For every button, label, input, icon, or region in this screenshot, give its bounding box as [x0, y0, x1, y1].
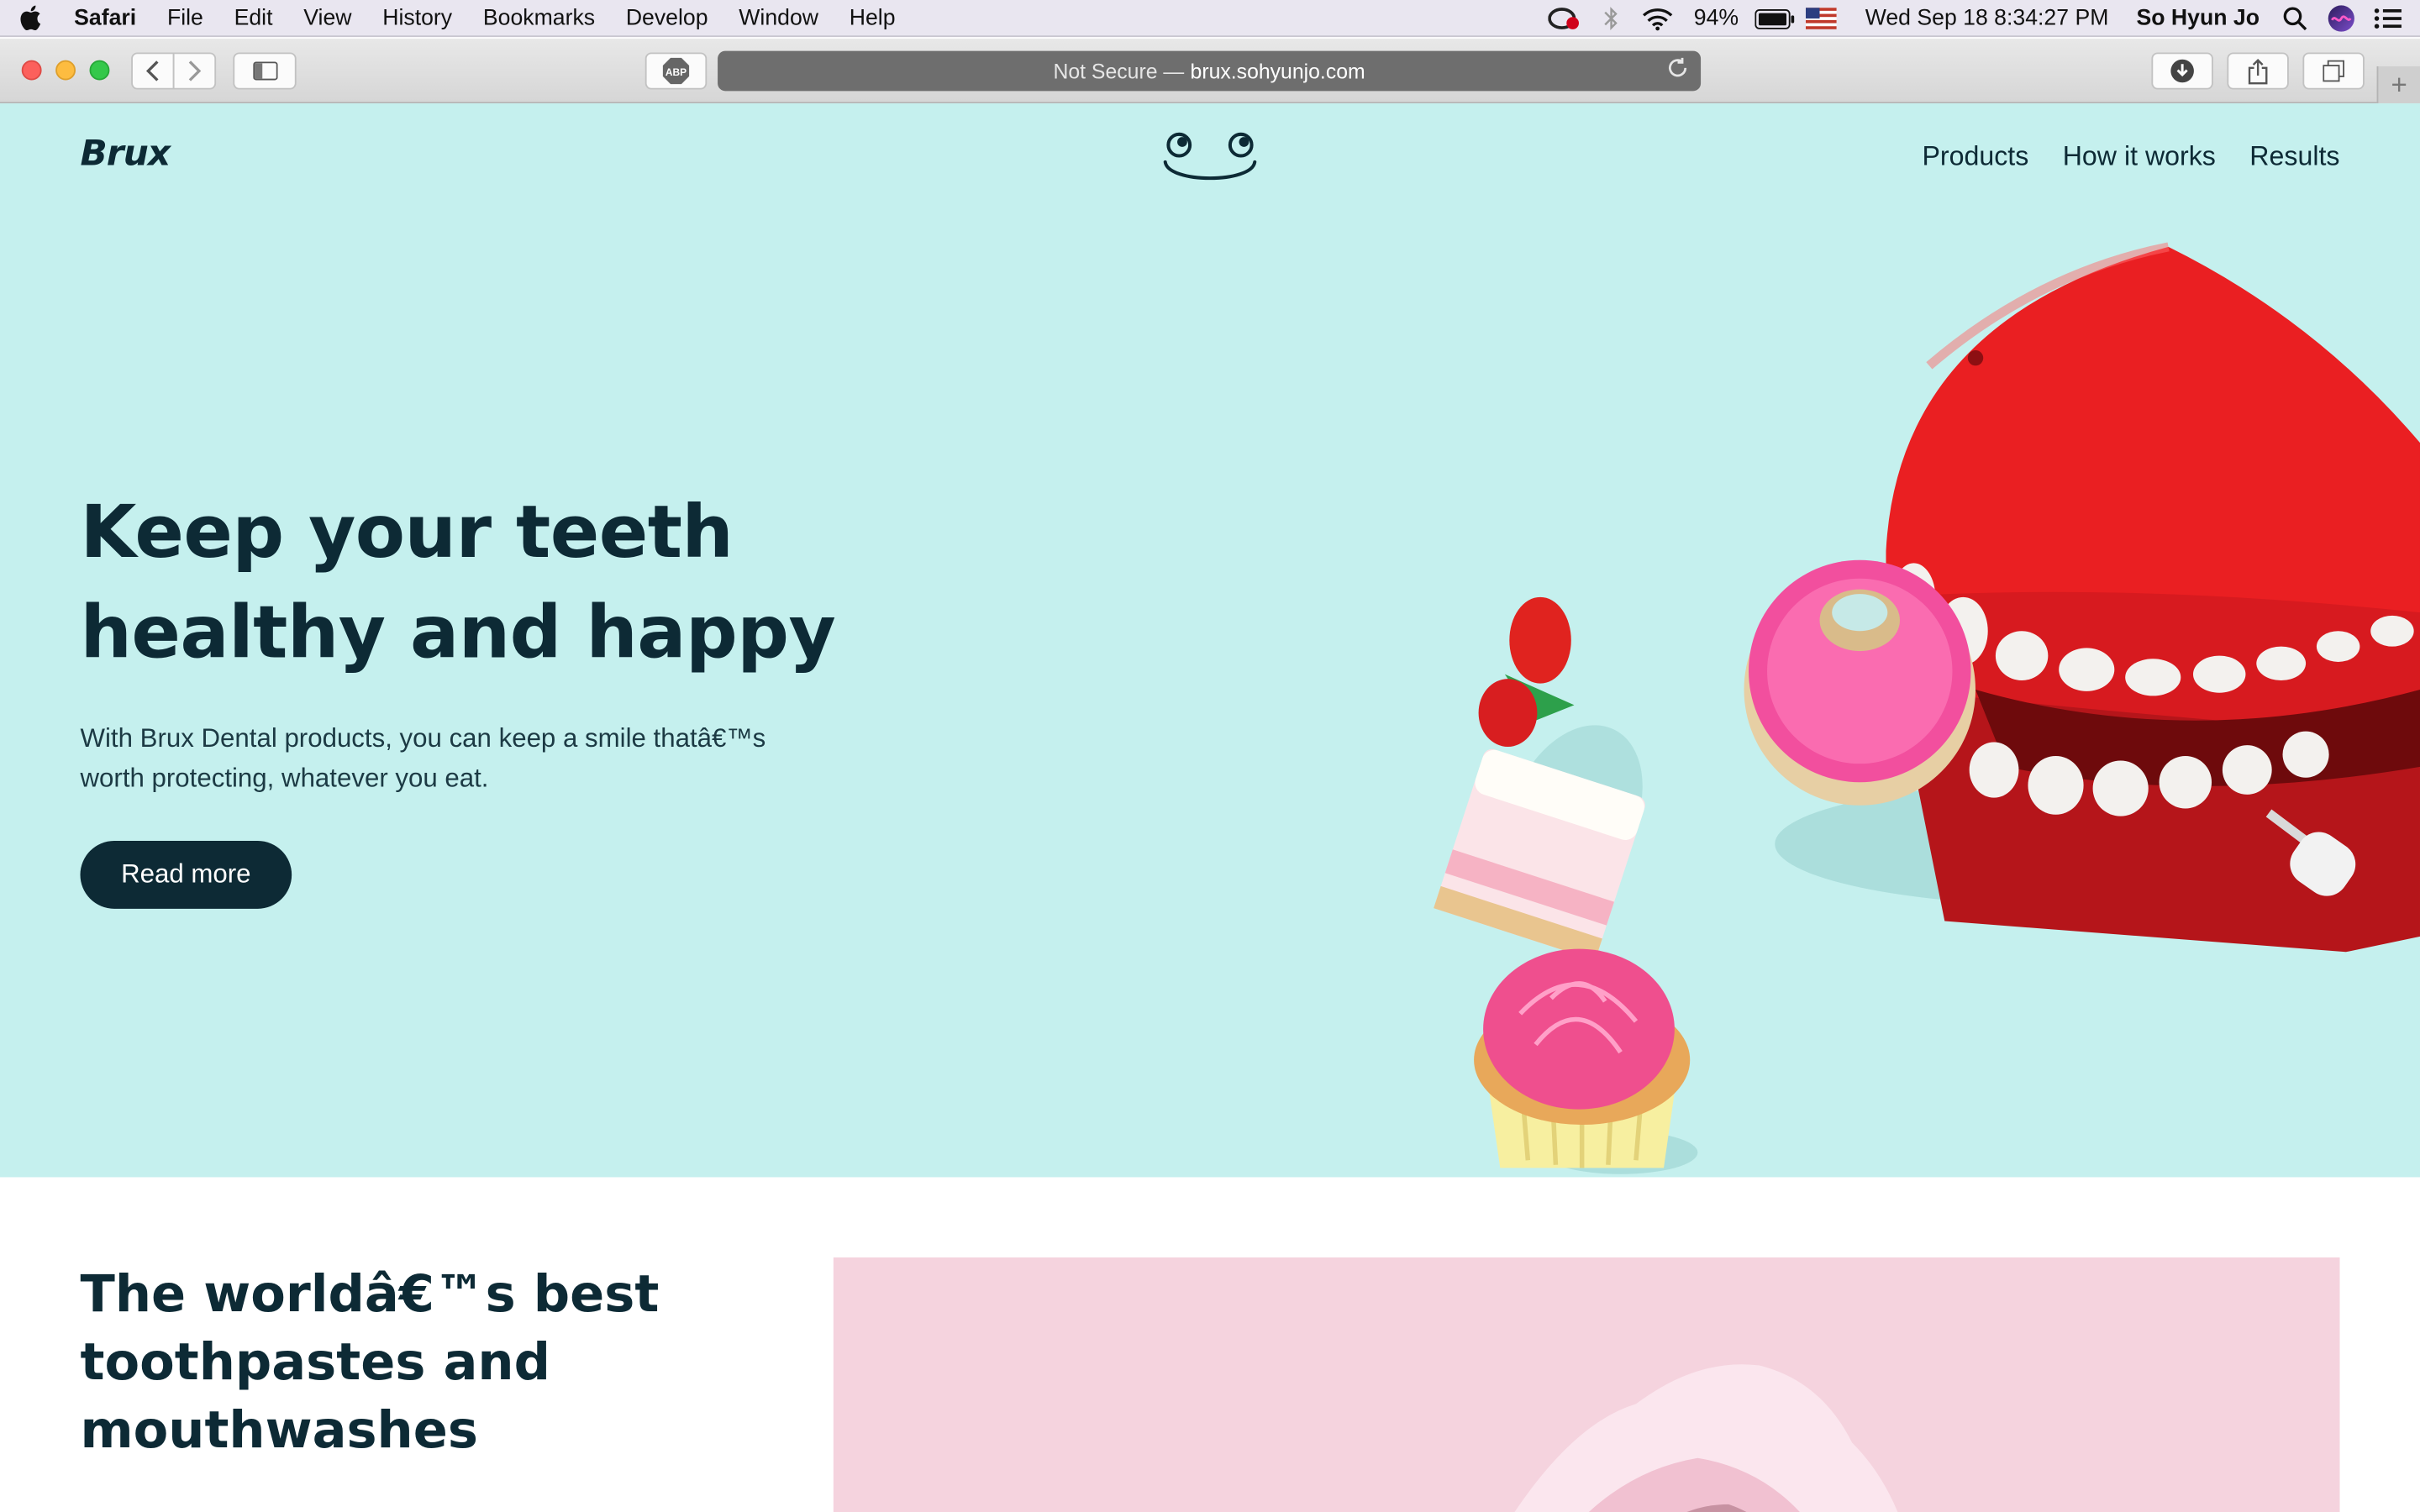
clock-datetime[interactable]: Wed Sep 18 8:34:27 PM — [1844, 0, 2121, 37]
menu-bookmarks[interactable]: Bookmarks — [468, 0, 611, 36]
hero-section: Brux Products How it works Results Keep … — [0, 103, 2420, 1178]
menu-view[interactable]: View — [288, 0, 367, 36]
adblock-icon: ABP — [662, 57, 690, 85]
hero-title: Keep your teeth healthy and happy — [81, 483, 883, 684]
hero-subtitle-line-2: worth protecting, whatever you eat. — [80, 764, 489, 794]
reload-icon[interactable] — [1667, 57, 1689, 85]
plus-icon: + — [2391, 68, 2407, 100]
chevron-right-icon — [188, 60, 202, 81]
download-icon — [2170, 59, 2194, 83]
nav-link-results[interactable]: Results — [2249, 140, 2339, 173]
security-status: Not Secure — — [1053, 59, 1185, 83]
product-photo-panel — [833, 1257, 2340, 1512]
section-title-line-3: mouthwashes — [80, 1399, 478, 1460]
browser-toolbar: ABP Not Secure — brux.sohyunjo.com + — [0, 38, 2420, 104]
toothpaste-squeeze-photo — [1514, 1364, 1898, 1512]
chevron-left-icon — [145, 60, 159, 81]
section-title-line-2: toothpastes and — [80, 1331, 550, 1392]
menu-help[interactable]: Help — [834, 0, 911, 36]
minimize-window-button[interactable] — [55, 60, 76, 81]
svg-text:ABP: ABP — [666, 66, 687, 78]
menu-window[interactable]: Window — [723, 0, 834, 36]
menu-file[interactable]: File — [152, 0, 219, 36]
battery-icon[interactable] — [1751, 0, 1797, 37]
menu-app-safari[interactable]: Safari — [59, 0, 152, 36]
battery-percent: 94% — [1693, 6, 1739, 31]
new-tab-button[interactable]: + — [2376, 66, 2420, 104]
hero-subtitle-line-1: With Brux Dental products, you can keep … — [80, 723, 766, 753]
creative-cloud-icon[interactable] — [1543, 0, 1589, 37]
sidebar-toggle-button[interactable] — [233, 52, 297, 90]
nav-link-how-it-works[interactable]: How it works — [2063, 140, 2216, 173]
nav-link-products[interactable]: Products — [1922, 140, 2028, 173]
share-icon — [2248, 58, 2268, 84]
address-bar[interactable]: Not Secure — brux.sohyunjo.com — [718, 50, 1702, 92]
user-name[interactable]: So Hyun Jo — [2121, 0, 2272, 37]
share-button[interactable] — [2227, 52, 2289, 90]
adblock-button[interactable]: ABP — [644, 52, 708, 90]
read-more-button[interactable]: Read more — [80, 841, 292, 909]
close-window-button[interactable] — [21, 60, 42, 81]
hero-illustration — [1434, 242, 2420, 1174]
notification-center-icon[interactable] — [2365, 0, 2411, 37]
menu-bar: Safari File Edit View History Bookmarks … — [0, 0, 2420, 38]
tab-overview-button[interactable] — [2302, 52, 2365, 90]
section-title: The worldâ€™s best toothpastes and mouth… — [81, 1261, 729, 1464]
back-button[interactable] — [131, 52, 175, 90]
bluetooth-icon[interactable] — [1589, 0, 1635, 37]
forward-button[interactable] — [172, 52, 217, 90]
smiley-face-icon[interactable] — [1155, 125, 1265, 197]
menu-history[interactable]: History — [367, 0, 468, 36]
main-nav: Products How it works Results — [1922, 140, 2339, 173]
menu-edit[interactable]: Edit — [218, 0, 288, 36]
flag-us-icon[interactable] — [1797, 0, 1844, 37]
downloads-button[interactable] — [2151, 52, 2213, 90]
tabs-icon — [2322, 59, 2344, 81]
brand-logo[interactable]: Brux — [81, 134, 171, 175]
hero-title-line-1: Keep your teeth — [80, 491, 734, 576]
hero-subtitle: With Brux Dental products, you can keep … — [81, 719, 822, 800]
sidebar-icon — [252, 61, 277, 81]
section-title-line-1: The worldâ€™s best — [80, 1263, 660, 1324]
menu-develop[interactable]: Develop — [610, 0, 723, 36]
wifi-icon[interactable] — [1635, 0, 1681, 37]
address-domain: brux.sohyunjo.com — [1190, 59, 1365, 83]
zoom-window-button[interactable] — [89, 60, 110, 81]
hero-title-line-2: healthy and happy — [80, 591, 836, 676]
apple-menu-icon[interactable] — [0, 5, 59, 31]
spotlight-search-icon[interactable] — [2272, 0, 2318, 37]
siri-icon[interactable] — [2318, 0, 2365, 37]
web-page: Brux Products How it works Results Keep … — [0, 103, 2420, 1512]
